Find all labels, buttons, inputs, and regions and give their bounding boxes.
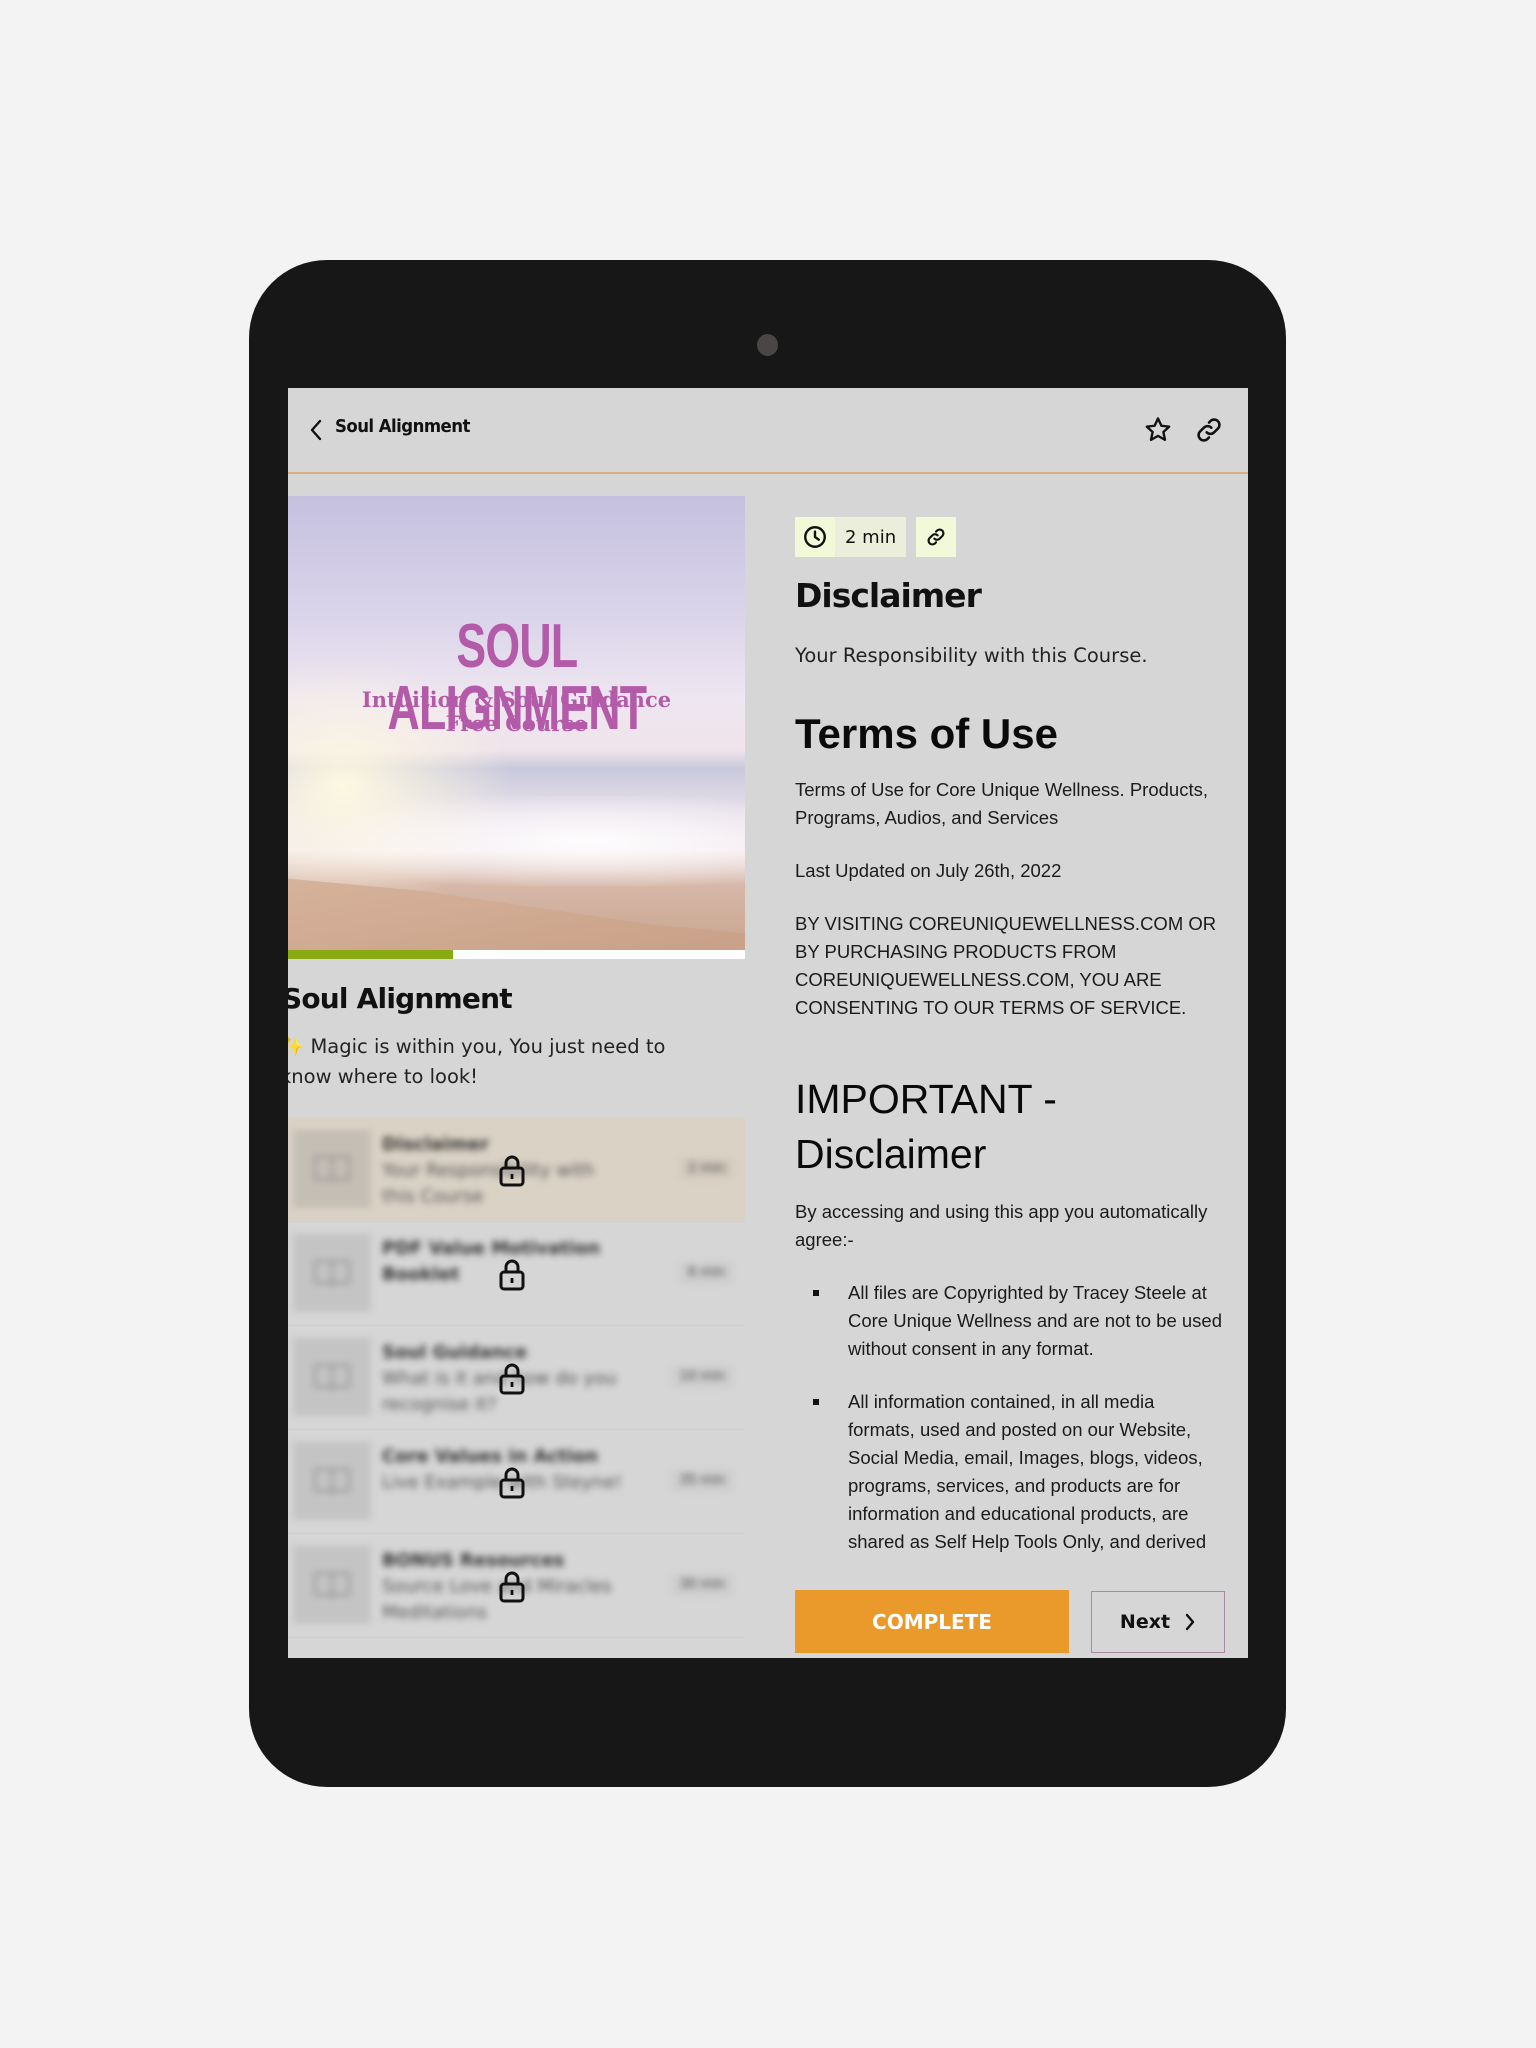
clock-icon — [795, 517, 835, 557]
lock-icon — [499, 1155, 525, 1187]
lesson-list: Disclaimer Your Responsibility with this… — [288, 1118, 745, 1638]
lesson-item-duration: 30 min — [671, 1574, 733, 1595]
app-header: Soul Alignment — [288, 388, 1248, 474]
next-label: Next — [1119, 1611, 1171, 1633]
disclaimer-item: All information contained, in all media … — [795, 1388, 1225, 1556]
lesson-item-duration: 10 min — [671, 1366, 733, 1387]
lesson-item[interactable]: PDF Value Motivation Booklet 6 min — [288, 1222, 745, 1326]
link-icon — [1197, 418, 1221, 442]
complete-button[interactable]: COMPLETE — [795, 1590, 1069, 1653]
disclaimer-item: All files are Copyrighted by Tracey Stee… — [795, 1279, 1225, 1363]
book-icon — [293, 1130, 371, 1208]
duration-chip: 2 min — [795, 517, 907, 557]
lock-icon — [499, 1571, 525, 1603]
cover-subtitle: Intuition & Soul Guidance — [361, 687, 672, 712]
lock-icon — [499, 1467, 525, 1499]
cover-subtitle-2: Free Course — [445, 711, 588, 736]
lesson-subtitle: Your Responsibility with this Course. — [795, 644, 1148, 667]
terms-heading: Terms of Use — [795, 710, 1058, 757]
lesson-link-button[interactable] — [916, 517, 957, 557]
chevron-right-icon — [1185, 1613, 1195, 1631]
app-screen: Soul Alignment SOUL ALIGNMENT Intuition … — [288, 388, 1248, 1658]
share-link-button[interactable] — [1189, 410, 1229, 450]
lesson-item-duration: 35 min — [671, 1470, 733, 1491]
lesson-content[interactable]: Terms of Use Terms of Use for Core Uniqu… — [795, 710, 1225, 1594]
cover-wave — [288, 796, 745, 886]
consent-notice: BY VISITING COREUNIQUEWELLNESS.COM OR BY… — [795, 913, 1217, 1018]
terms-intro: Terms of Use for Core Unique Wellness. P… — [795, 779, 1208, 828]
course-cover-image: SOUL ALIGNMENT Intuition & Soul Guidance… — [288, 496, 745, 950]
agreement-intro: By accessing and using this app you auto… — [795, 1201, 1208, 1250]
lesson-item[interactable]: Disclaimer Your Responsibility with this… — [288, 1118, 745, 1222]
lock-icon — [499, 1363, 525, 1395]
favorite-button[interactable] — [1138, 410, 1178, 450]
lesson-item[interactable]: Core Values in Action Live Example with … — [288, 1430, 745, 1534]
lock-icon — [499, 1259, 525, 1291]
course-progress-bar — [288, 950, 745, 959]
lesson-item[interactable]: Soul Guidance What is it and how do you … — [288, 1326, 745, 1430]
course-description: ✨ Magic is within you, You just need to … — [288, 1035, 666, 1088]
book-icon — [293, 1442, 371, 1520]
star-icon — [1145, 417, 1171, 442]
chevron-left-icon — [310, 419, 322, 441]
lesson-item[interactable]: BONUS Resources Source Love and Miracles… — [288, 1534, 745, 1638]
course-progress-fill — [288, 950, 453, 959]
front-camera — [757, 334, 778, 356]
disclaimer-list: All files are Copyrighted by Tracey Stee… — [795, 1279, 1225, 1556]
course-title: Soul Alignment — [288, 982, 513, 1015]
lesson-meta: 2 min — [795, 517, 957, 557]
back-button[interactable] — [302, 412, 330, 448]
duration-text: 2 min — [845, 526, 897, 548]
book-icon — [293, 1546, 371, 1624]
last-updated: Last Updated on July 26th, 2022 — [795, 860, 1062, 881]
lesson-item-duration: 6 min — [680, 1262, 733, 1283]
link-icon — [927, 528, 945, 546]
lesson-title: Disclaimer — [795, 576, 982, 615]
book-icon — [293, 1234, 371, 1312]
book-icon — [293, 1338, 371, 1416]
next-button[interactable]: Next — [1091, 1591, 1225, 1653]
lesson-item-duration: 2 min — [680, 1158, 733, 1179]
page-title: Soul Alignment — [335, 416, 470, 437]
disclaimer-heading: IMPORTANT - Disclaimer — [795, 1076, 1057, 1177]
